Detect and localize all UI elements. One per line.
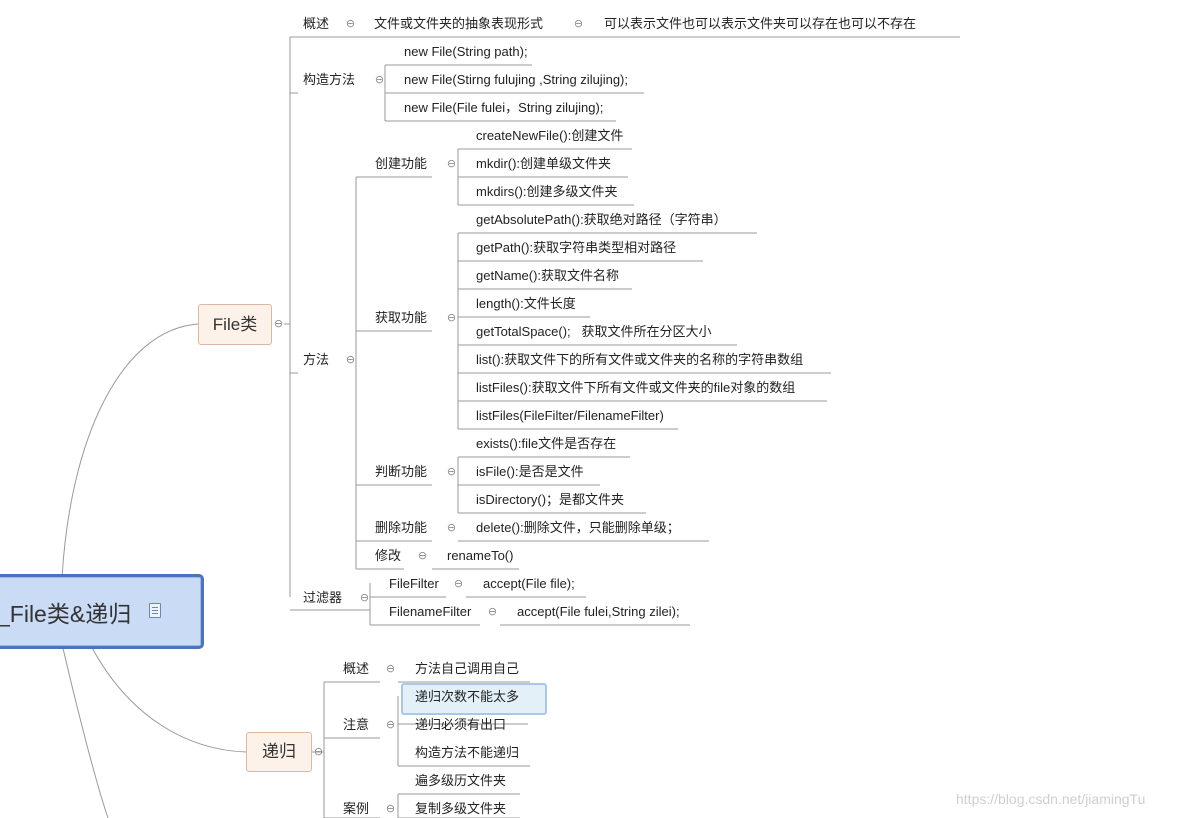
- overview-item[interactable]: 文件或文件夹的抽象表现形式: [374, 15, 543, 33]
- filter-item[interactable]: accept(File file);: [483, 575, 575, 593]
- recursion-cases-label[interactable]: 案例: [343, 800, 369, 818]
- branch-constructor-label[interactable]: 构造方法: [303, 71, 355, 89]
- collapse-icon[interactable]: ⊖: [385, 664, 396, 675]
- recursion-item[interactable]: 方法自己调用自己: [415, 660, 519, 678]
- method-item[interactable]: createNewFile():创建文件: [476, 127, 623, 145]
- collapse-icon[interactable]: ⊖: [417, 551, 428, 562]
- recursion-notes-label[interactable]: 注意: [343, 716, 369, 734]
- constructor-item[interactable]: new File(Stirng fulujing ,String zilujin…: [404, 71, 628, 89]
- method-item[interactable]: list():获取文件下的所有文件或文件夹的名称的字符串数组: [476, 351, 803, 369]
- recursion-item[interactable]: 构造方法不能递归: [415, 744, 519, 762]
- collapse-icon[interactable]: ⊖: [273, 319, 284, 330]
- collapse-icon[interactable]: ⊖: [385, 720, 396, 731]
- filter-type-label[interactable]: FilenameFilter: [389, 603, 471, 621]
- method-item[interactable]: exists():file文件是否存在: [476, 435, 616, 453]
- topic-recursion-label: 递归: [262, 742, 296, 761]
- method-item[interactable]: getName():获取文件名称: [476, 267, 619, 285]
- filter-type-label[interactable]: FileFilter: [389, 575, 439, 593]
- method-item[interactable]: getAbsolutePath():获取绝对路径（字符串）: [476, 211, 727, 229]
- method-item[interactable]: isDirectory()；是都文件夹: [476, 491, 624, 509]
- topic-file-class[interactable]: File类: [198, 304, 272, 345]
- method-item[interactable]: listFiles(FileFilter/FilenameFilter): [476, 407, 664, 425]
- collapse-icon[interactable]: ⊖: [385, 804, 396, 815]
- collapse-icon[interactable]: ⊖: [446, 467, 457, 478]
- create-group-label[interactable]: 创建功能: [375, 155, 427, 173]
- modify-group-label[interactable]: 修改: [375, 547, 401, 565]
- filter-item[interactable]: accept(File fulei,String zilei);: [517, 603, 680, 621]
- collapse-icon[interactable]: ⊖: [345, 19, 356, 30]
- method-item[interactable]: delete():删除文件，只能删除单级；: [476, 519, 680, 537]
- root-topic[interactable]: _File类&递归: [0, 574, 204, 649]
- method-item[interactable]: mkdir():创建单级文件夹: [476, 155, 611, 173]
- branch-methods-label[interactable]: 方法: [303, 351, 329, 369]
- method-item[interactable]: listFiles():获取文件下所有文件或文件夹的file对象的数组: [476, 379, 795, 397]
- constructor-item[interactable]: new File(String path);: [404, 43, 528, 61]
- method-item[interactable]: getPath():获取字符串类型相对路径: [476, 239, 676, 257]
- collapse-icon[interactable]: ⊖: [313, 747, 324, 758]
- recursion-item[interactable]: 递归必须有出口: [415, 716, 506, 734]
- collapse-icon[interactable]: ⊖: [446, 523, 457, 534]
- collapse-icon[interactable]: ⊖: [573, 19, 584, 30]
- collapse-icon[interactable]: ⊖: [345, 355, 356, 366]
- root-topic-label: _File类&递归: [0, 601, 132, 627]
- get-group-label[interactable]: 获取功能: [375, 309, 427, 327]
- recursion-item[interactable]: 复制多级文件夹: [415, 800, 506, 818]
- method-item[interactable]: getTotalSpace(); 获取文件所在分区大小: [476, 323, 712, 341]
- collapse-icon[interactable]: ⊖: [453, 579, 464, 590]
- collapse-icon[interactable]: ⊖: [446, 159, 457, 170]
- branch-filter-label[interactable]: 过滤器: [303, 589, 342, 607]
- collapse-icon[interactable]: ⊖: [374, 75, 385, 86]
- delete-group-label[interactable]: 删除功能: [375, 519, 427, 537]
- method-item[interactable]: isFile():是否是文件: [476, 463, 584, 481]
- recursion-item[interactable]: 递归次数不能太多: [415, 688, 519, 706]
- topic-recursion[interactable]: 递归: [246, 732, 312, 772]
- note-icon[interactable]: [149, 603, 161, 618]
- judge-group-label[interactable]: 判断功能: [375, 463, 427, 481]
- topic-file-class-label: File类: [212, 315, 258, 334]
- recursion-overview-label[interactable]: 概述: [343, 660, 369, 678]
- overview-item[interactable]: 可以表示文件也可以表示文件夹可以存在也可以不存在: [604, 15, 916, 33]
- method-item[interactable]: renameTo(): [447, 547, 513, 565]
- branch-overview-label[interactable]: 概述: [303, 15, 329, 33]
- constructor-item[interactable]: new File(File fulei，String zilujing);: [404, 99, 603, 117]
- collapse-icon[interactable]: ⊖: [446, 313, 457, 324]
- collapse-icon[interactable]: ⊖: [487, 607, 498, 618]
- method-item[interactable]: length():文件长度: [476, 295, 576, 313]
- method-item[interactable]: mkdirs():创建多级文件夹: [476, 183, 618, 201]
- collapse-icon[interactable]: ⊖: [359, 593, 370, 604]
- watermark: https://blog.csdn.net/jiamingTu: [956, 791, 1146, 807]
- recursion-item[interactable]: 遍多级历文件夹: [415, 772, 506, 790]
